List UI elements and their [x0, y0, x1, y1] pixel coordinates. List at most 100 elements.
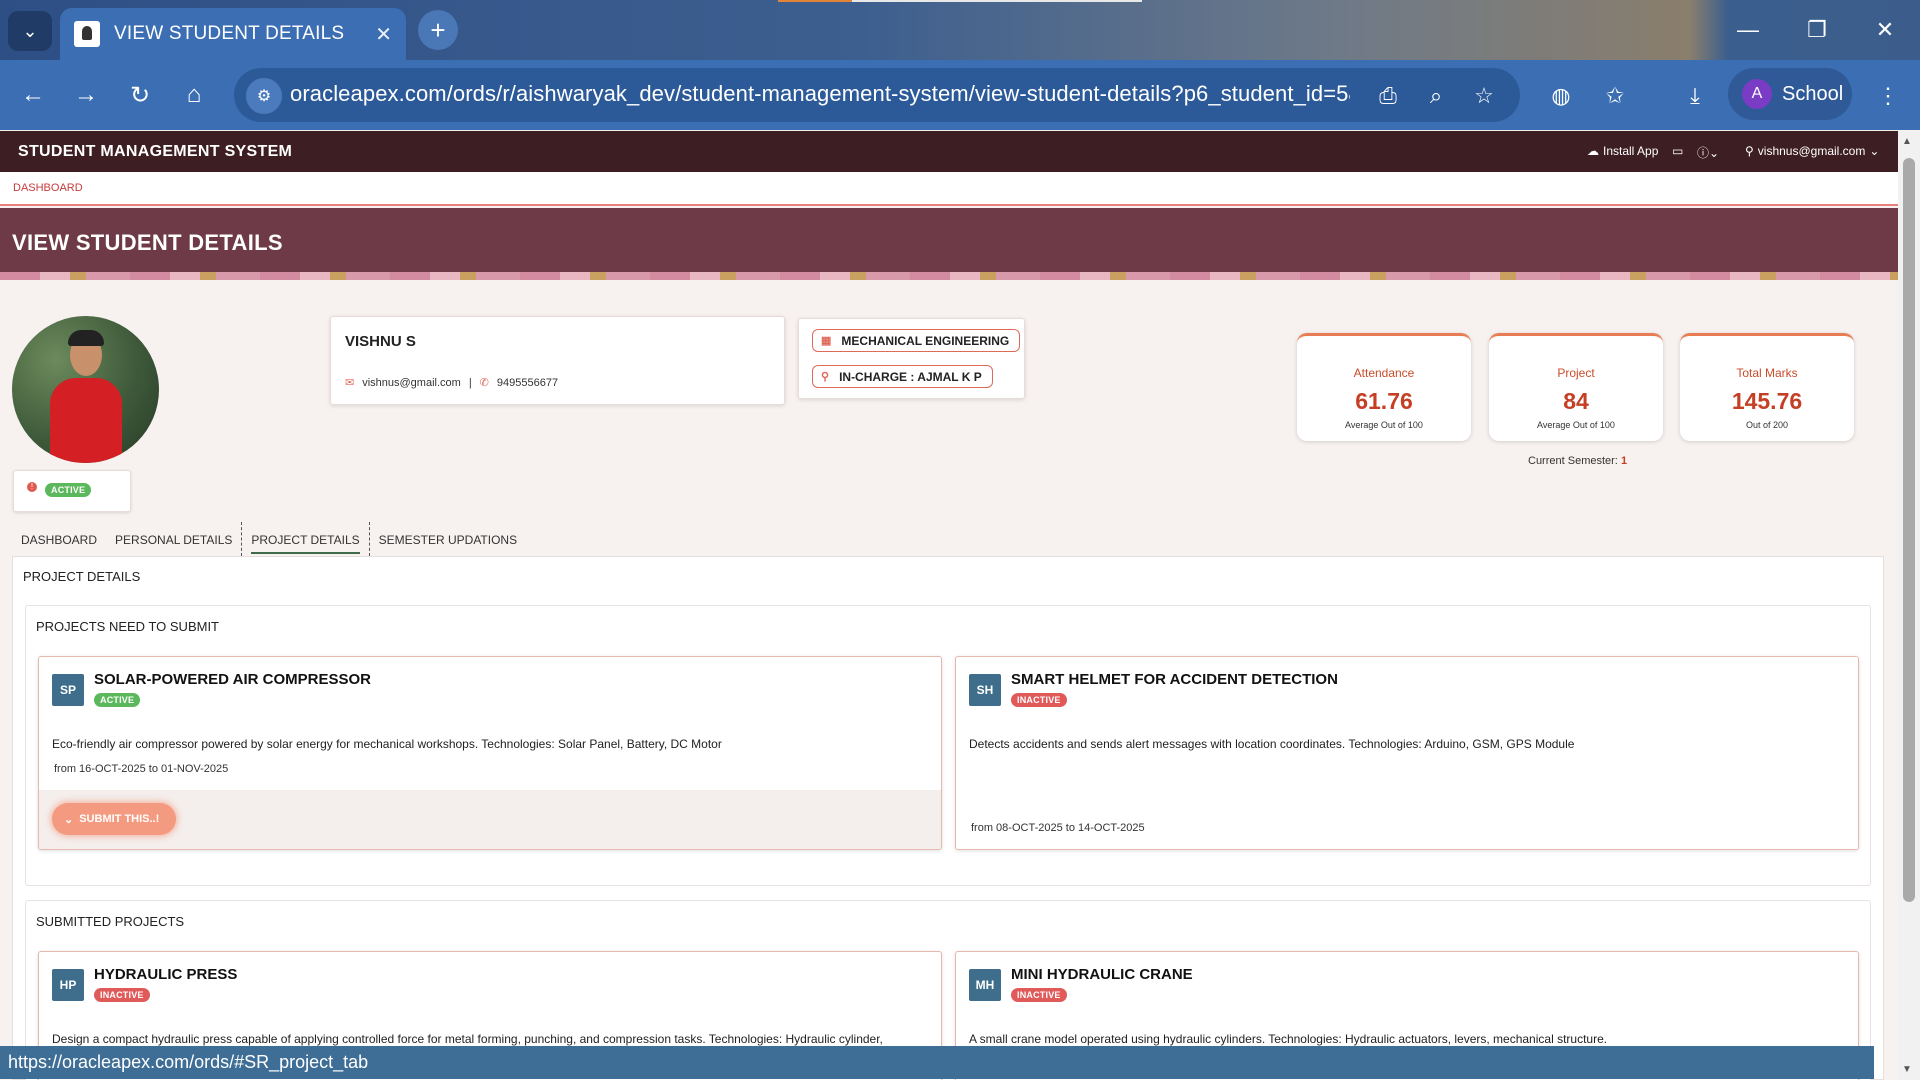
user-icon: ⚲: [821, 371, 830, 383]
status-card: ! ACTIVE: [13, 470, 131, 512]
install-icon[interactable]: ⎙: [1370, 78, 1406, 114]
stat-label: Project: [1557, 366, 1595, 380]
incognito-icon[interactable]: ◍: [1543, 78, 1579, 114]
favorites-icon[interactable]: ✩: [1597, 78, 1633, 114]
status-badge: INACTIVE: [94, 988, 150, 1002]
download-icon[interactable]: ⤓: [1677, 78, 1713, 114]
bookmark-star-icon[interactable]: ☆: [1466, 78, 1502, 114]
phone-icon: ✆: [479, 377, 489, 389]
stat-label: Total Marks: [1736, 366, 1798, 380]
stat-value: 145.76: [1731, 388, 1803, 414]
semester-value: 1: [1620, 455, 1628, 467]
chat-icon: ▭: [1672, 144, 1684, 158]
stat-value: 61.76: [1355, 388, 1413, 414]
install-app-link[interactable]: ☁ Install App: [1587, 144, 1658, 158]
profile-button[interactable]: A School: [1728, 68, 1852, 120]
site-info-icon[interactable]: ⚙: [246, 78, 282, 114]
project-name: HYDRAULIC PRESS: [94, 966, 238, 983]
browser-tab[interactable]: VIEW STUDENT DETAILS ✕: [60, 8, 406, 60]
current-semester: Current Semester: 1: [1528, 455, 1627, 467]
hero-pattern: [0, 272, 1898, 280]
tab-project-details[interactable]: PROJECT DETAILS: [241, 522, 370, 556]
stat-value: 84: [1563, 388, 1589, 414]
section-title: SUBMITTED PROJECTS: [36, 914, 185, 929]
student-info-card: VISHNU S ✉ vishnus@gmail.com | ✆ 9495556…: [330, 316, 785, 405]
chevron-down-icon: ⌄: [22, 20, 38, 41]
close-icon[interactable]: ✕: [375, 22, 392, 47]
app-title[interactable]: STUDENT MANAGEMENT SYSTEM: [18, 143, 292, 161]
student-email: vishnus@gmail.com: [362, 376, 461, 389]
favicon-icon: [74, 21, 100, 47]
page-hero: VIEW STUDENT DETAILS: [0, 208, 1898, 280]
scroll-down-arrow[interactable]: ▼: [1902, 1064, 1912, 1075]
project-initials: MH: [969, 969, 1001, 1001]
cloud-download-icon: ☁: [1587, 144, 1599, 158]
breadcrumb[interactable]: DASHBOARD: [13, 182, 83, 194]
card-actions: ⌄ SUBMIT THIS..!: [39, 790, 941, 849]
app-header: STUDENT MANAGEMENT SYSTEM ☁ Install App …: [0, 131, 1898, 172]
url-text[interactable]: oracleapex.com/ords/r/aishwaryak_dev/stu…: [290, 81, 1350, 107]
section-title: PROJECTS NEED TO SUBMIT: [36, 619, 219, 634]
tab-search-button[interactable]: ⌄: [8, 11, 52, 51]
scroll-up-arrow[interactable]: ▲: [1902, 136, 1912, 147]
minimize-button[interactable]: —: [1713, 0, 1783, 60]
chevron-down-icon: ⌄: [1869, 144, 1880, 158]
department-label: MECHANICAL ENGINEERING: [841, 333, 1010, 348]
submit-project-button[interactable]: ⌄ SUBMIT THIS..!: [52, 803, 176, 835]
semester-label: Current Semester:: [1528, 455, 1618, 467]
tab-title: VIEW STUDENT DETAILS: [114, 23, 345, 44]
avatar: A: [1742, 79, 1772, 109]
pending-projects-region: PROJECTS NEED TO SUBMIT SP SOLAR-POWERED…: [25, 605, 1871, 886]
home-button[interactable]: ⌂: [176, 77, 212, 113]
photo-shirt: [50, 378, 122, 463]
new-tab-button[interactable]: +: [418, 10, 458, 50]
tab-semester-updations[interactable]: SEMESTER UPDATIONS: [370, 522, 526, 556]
project-description: Eco-friendly air compressor powered by s…: [52, 737, 722, 751]
back-button[interactable]: ←: [15, 77, 51, 113]
feedback-button[interactable]: ▭: [1672, 144, 1683, 158]
tab-personal-details[interactable]: PERSONAL DETAILS: [106, 522, 241, 556]
project-name: SMART HELMET FOR ACCIDENT DETECTION: [1011, 671, 1338, 688]
project-card[interactable]: SH SMART HELMET FOR ACCIDENT DETECTION I…: [955, 656, 1859, 850]
student-photo: [12, 316, 159, 463]
project-description: Detects accidents and sends alert messag…: [969, 737, 1575, 751]
loading-bar: [778, 0, 852, 2]
loading-bar-track: [852, 0, 1142, 2]
project-initials: HP: [52, 969, 84, 1001]
zoom-icon[interactable]: ⌕: [1418, 78, 1454, 114]
region-title: PROJECT DETAILS: [23, 569, 141, 584]
window-close-button[interactable]: ✕: [1850, 0, 1920, 60]
reload-button[interactable]: ↻: [122, 77, 158, 113]
install-app-label: Install App: [1603, 144, 1659, 158]
project-name: MINI HYDRAULIC CRANE: [1011, 966, 1193, 983]
building-icon: ▦: [821, 335, 832, 347]
restore-button[interactable]: ❐: [1782, 0, 1852, 60]
project-score-card: Project 84 Average Out of 100: [1489, 333, 1663, 441]
more-menu-icon[interactable]: ⋮: [1870, 78, 1906, 114]
status-badge: INACTIVE: [1011, 988, 1067, 1002]
photo-hair: [68, 330, 104, 346]
attendance-card: Attendance 61.76 Average Out of 100: [1297, 333, 1471, 441]
project-description: A small crane model operated using hydra…: [969, 1032, 1608, 1046]
scrollbar-thumb[interactable]: [1903, 158, 1915, 902]
tab-dashboard[interactable]: DASHBOARD: [12, 522, 106, 556]
user-menu[interactable]: ⚲ vishnus@gmail.com ⌄: [1745, 144, 1879, 158]
link-preview-statusbar: https://oracleapex.com/ords/#SR_project_…: [0, 1046, 1874, 1079]
help-menu[interactable]: ⓘ⌄: [1697, 144, 1719, 161]
mail-icon: ✉: [345, 377, 355, 389]
department-card: ▦ MECHANICAL ENGINEERING ⚲ IN-CHARGE : A…: [798, 318, 1025, 399]
student-phone: 9495556677: [496, 376, 559, 389]
forward-button[interactable]: →: [68, 77, 104, 113]
chevron-down-icon: ⌄: [64, 813, 74, 826]
help-icon: ⓘ⌄: [1697, 146, 1720, 160]
profile-name: School: [1782, 82, 1844, 105]
project-initials: SH: [969, 674, 1001, 706]
stat-sub: Out of 200: [1745, 420, 1789, 430]
project-card[interactable]: SP SOLAR-POWERED AIR COMPRESSOR ACTIVE E…: [38, 656, 942, 850]
breadcrumb-bar: DASHBOARD: [0, 172, 1898, 206]
project-details-region: PROJECT DETAILS PROJECTS NEED TO SUBMIT …: [12, 556, 1884, 1080]
stat-sub: Average Out of 100: [1537, 420, 1615, 430]
page-title: VIEW STUDENT DETAILS: [12, 230, 283, 255]
contact-row: ✉ vishnus@gmail.com | ✆ 9495556677: [345, 376, 559, 390]
project-name: SOLAR-POWERED AIR COMPRESSOR: [94, 671, 371, 688]
